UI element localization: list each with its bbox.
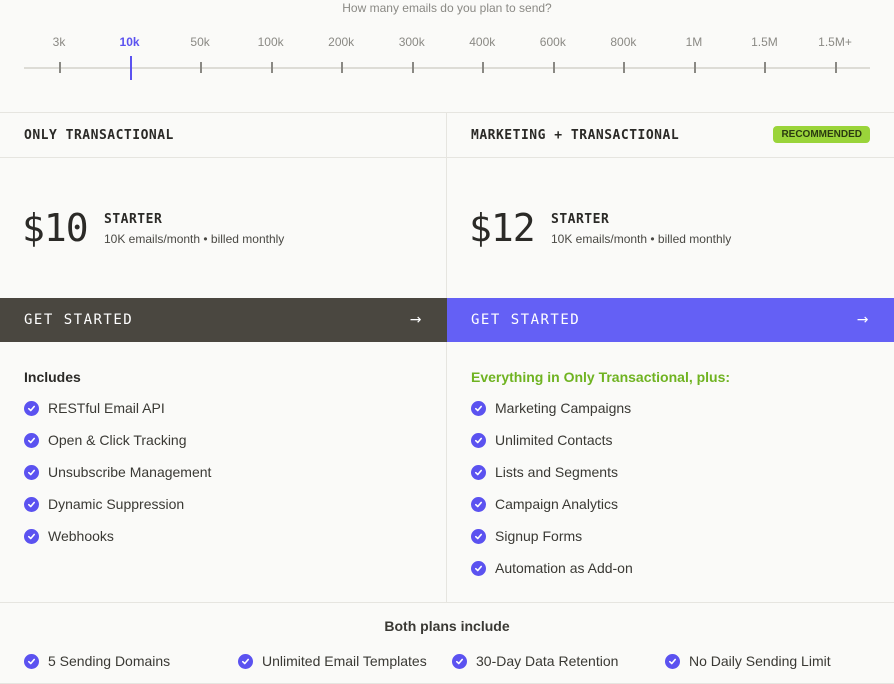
feature-list: Marketing Campaigns Unlimited Contacts L… [471,400,633,592]
tick-mark [764,62,767,73]
feature-label: 30-Day Data Retention [476,653,619,669]
arrow-right-icon: → [409,312,423,328]
list-item: Dynamic Suppression [24,496,211,528]
tick-label[interactable]: 200k [328,35,354,49]
tick-label[interactable]: 300k [399,35,425,49]
check-circle-icon [24,401,39,416]
check-circle-icon [24,529,39,544]
list-item: 30-Day Data Retention [452,653,618,669]
list-item: RESTful Email API [24,400,211,432]
plan-title: ONLY TRANSACTIONAL [24,128,174,143]
feature-label: Lists and Segments [495,464,618,480]
check-circle-icon [471,433,486,448]
feature-label: Marketing Campaigns [495,400,632,416]
list-item: Unlimited Email Templates [238,653,427,669]
tick-mark [552,62,555,73]
feature-label: RESTful Email API [48,400,165,416]
list-item: Marketing Campaigns [471,400,633,432]
plan-tier: STARTER [551,212,610,227]
list-item: Signup Forms [471,528,633,560]
features-heading: Everything in Only Transactional, plus: [471,369,731,385]
check-circle-icon [24,497,39,512]
slider-handle[interactable] [129,56,132,80]
list-item: Campaign Analytics [471,496,633,528]
check-circle-icon [471,401,486,416]
check-circle-icon [665,654,680,669]
tick-mark [482,62,485,73]
plan-card-marketing-transactional: MARKETING + TRANSACTIONAL RECOMMENDED $1… [447,112,894,602]
feature-label: No Daily Sending Limit [689,653,831,669]
check-circle-icon [452,654,467,669]
list-item: Unlimited Contacts [471,432,633,464]
feature-list: RESTful Email API Open & Click Tracking … [24,400,211,560]
get-started-button[interactable]: GET STARTED → [447,298,894,342]
check-circle-icon [471,465,486,480]
get-started-button[interactable]: GET STARTED → [0,298,447,342]
slider-track[interactable] [24,67,870,69]
arrow-right-icon: → [856,312,870,328]
tick-label[interactable]: 1.5M [751,35,778,49]
tick-mark [341,62,344,73]
feature-label: Webhooks [48,528,114,544]
feature-label: Automation as Add-on [495,560,633,576]
list-item: Automation as Add-on [471,560,633,592]
list-item: Open & Click Tracking [24,432,211,464]
check-circle-icon [471,561,486,576]
tick-label[interactable]: 400k [469,35,495,49]
tick-label[interactable]: 50k [190,35,209,49]
list-item: Unsubscribe Management [24,464,211,496]
tick-label[interactable]: 600k [540,35,566,49]
get-started-label: GET STARTED [471,312,581,328]
plan-billing: 10K emails/month • billed monthly [551,232,732,246]
feature-label: Unlimited Contacts [495,432,613,448]
plan-title: MARKETING + TRANSACTIONAL [471,128,680,143]
plan-card-transactional: ONLY TRANSACTIONAL $10 STARTER 10K email… [0,112,447,602]
feature-label: Campaign Analytics [495,496,618,512]
plan-tier: STARTER [104,212,163,227]
tick-label[interactable]: 1M [686,35,703,49]
recommended-badge: RECOMMENDED [773,126,870,143]
feature-label: Dynamic Suppression [48,496,185,512]
tick-label[interactable]: 100k [258,35,284,49]
tick-label[interactable]: 1.5M+ [818,35,852,49]
check-circle-icon [471,529,486,544]
list-item: No Daily Sending Limit [665,653,831,669]
shared-features: Both plans include 5 Sending Domains Unl… [0,602,894,684]
check-circle-icon [24,465,39,480]
volume-slider[interactable]: How many emails do you plan to send? 3k 1… [0,0,894,112]
check-circle-icon [24,433,39,448]
check-circle-icon [238,654,253,669]
tick-label[interactable]: 10k [120,35,140,49]
feature-label: Signup Forms [495,528,583,544]
list-item: 5 Sending Domains [24,653,170,669]
feature-label: Open & Click Tracking [48,432,187,448]
plan-price: $10 [22,206,89,250]
tick-mark [835,62,837,73]
tick-label[interactable]: 3k [53,35,66,49]
tick-mark [59,62,61,73]
tick-mark [411,62,414,73]
volume-question: How many emails do you plan to send? [342,1,552,15]
tick-label[interactable]: 800k [610,35,636,49]
tick-mark [270,62,273,73]
get-started-label: GET STARTED [24,312,134,328]
check-circle-icon [471,497,486,512]
plan-billing: 10K emails/month • billed monthly [104,232,285,246]
features-heading: Includes [24,369,81,385]
tick-mark [623,62,626,73]
check-circle-icon [24,654,39,669]
tick-mark [200,62,203,73]
feature-label: Unlimited Email Templates [262,653,427,669]
list-item: Webhooks [24,528,211,560]
feature-label: 5 Sending Domains [48,653,171,669]
list-item: Lists and Segments [471,464,633,496]
plan-price: $12 [469,206,536,250]
tick-mark [693,62,696,73]
shared-features-title: Both plans include [384,618,510,634]
feature-label: Unsubscribe Management [48,464,212,480]
